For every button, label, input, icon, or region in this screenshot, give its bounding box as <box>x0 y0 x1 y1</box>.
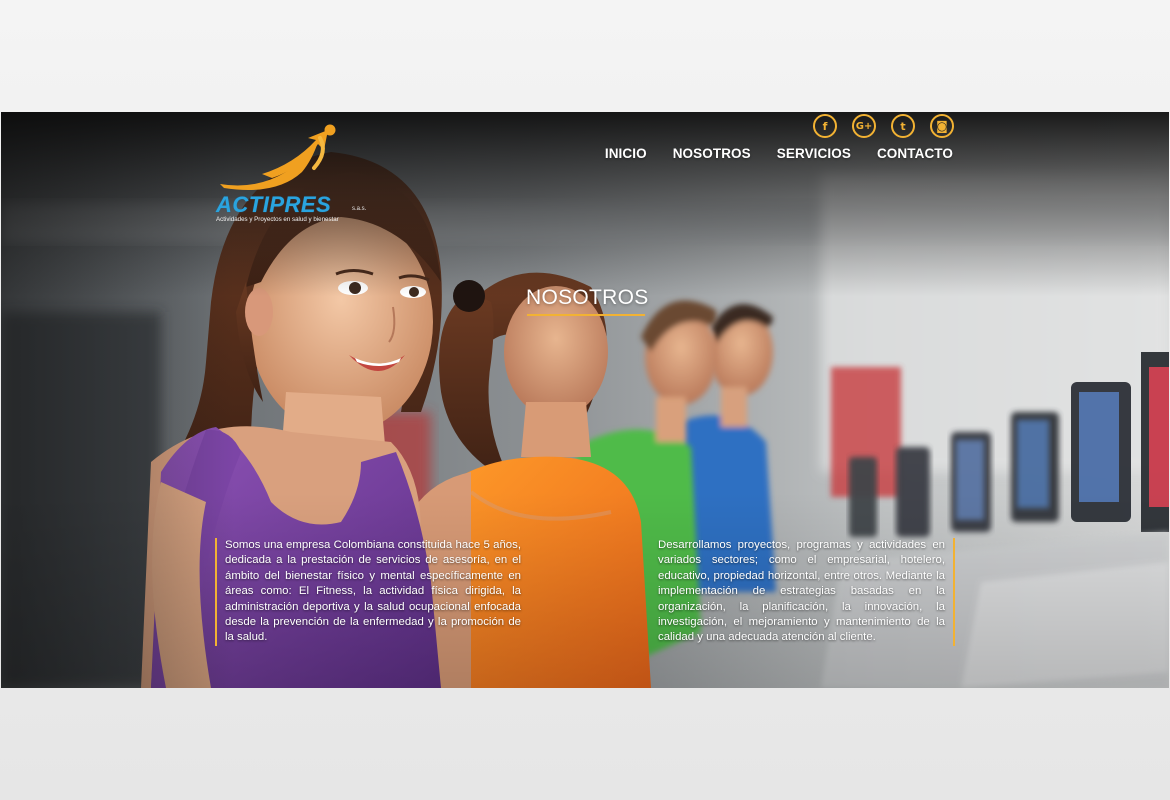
instagram-icon[interactable]: ◙ <box>930 114 954 138</box>
logo-tagline: Actividades y Proyectos en salud y biene… <box>216 216 339 223</box>
google-plus-icon[interactable]: G+ <box>852 114 876 138</box>
main-nav: INICIO NOSOTROS SERVICIOS CONTACTO <box>605 146 953 161</box>
hero-title-block: NOSOTROS <box>526 286 649 316</box>
facebook-icon[interactable]: f <box>813 114 837 138</box>
logo-wordmark: ACTIPRES <box>216 192 332 217</box>
about-text-right: Desarrollamos proyectos, programas y act… <box>658 538 955 646</box>
bottom-gradient-overlay <box>1 492 1169 688</box>
nav-item-nosotros[interactable]: NOSOTROS <box>673 146 751 161</box>
nav-item-contacto[interactable]: CONTACTO <box>877 146 953 161</box>
nav-item-inicio[interactable]: INICIO <box>605 146 647 161</box>
nav-item-servicios[interactable]: SERVICIOS <box>777 146 851 161</box>
logo-swoosh-icon <box>220 124 336 190</box>
logo-suffix: s.a.s. <box>352 206 367 212</box>
website-screen: ACTIPRES s.a.s. Actividades y Proyectos … <box>1 112 1169 688</box>
social-links: f G+ t ◙ <box>813 114 954 138</box>
logo[interactable]: ACTIPRES s.a.s. Actividades y Proyectos … <box>216 124 366 228</box>
twitter-icon[interactable]: t <box>891 114 915 138</box>
page-title: NOSOTROS <box>526 286 649 309</box>
about-text-left: Somos una empresa Colombiana constituida… <box>215 538 521 646</box>
title-underline <box>527 314 645 316</box>
